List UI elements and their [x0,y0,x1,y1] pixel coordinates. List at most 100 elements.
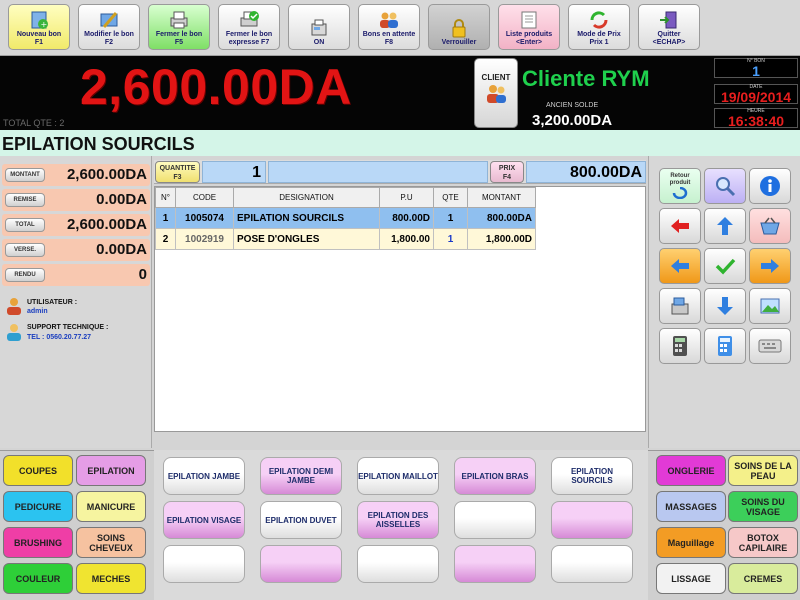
change-label[interactable]: RENDU [5,268,45,282]
col-unit-price[interactable]: P.U [379,187,434,208]
col-number[interactable]: N° [155,187,176,208]
arrow-left-button[interactable] [659,248,701,284]
search-button[interactable] [704,168,746,204]
service-button[interactable] [163,545,245,583]
row-unit-price: 800.00D [379,207,434,229]
category-button[interactable]: SOINS CHEVEUX [76,527,146,558]
product-list-key: <Enter> [515,39,543,46]
service-button[interactable]: EPILATION MAILLOT [357,457,439,495]
price-button-key: F4 [502,174,512,181]
service-button[interactable] [357,545,439,583]
printer-check-icon [238,10,260,30]
price-mode-button[interactable]: Mode de Prix Prix 1 [568,4,630,50]
return-product-button[interactable]: Retour produit [659,168,701,204]
category-button[interactable]: ONGLERIE [656,455,726,486]
info-button[interactable] [749,168,791,204]
arrow-down-icon [717,297,733,315]
category-button[interactable]: COULEUR [3,563,73,594]
quit-button[interactable]: Quitter <ECHAP> [638,4,700,50]
lock-label: Verrouiller [441,39,477,46]
user-label: UTILISATEUR : [27,299,78,306]
edit-ticket-key: F2 [104,39,114,46]
service-button[interactable]: EPILATION DEMI JAMBE [260,457,342,495]
calculator-button[interactable] [659,328,701,364]
category-button[interactable]: EPILATION [76,455,146,486]
arrow-right-button[interactable] [749,248,791,284]
service-button[interactable]: EPILATION JAMBE [163,457,245,495]
cash-register-button[interactable] [659,288,701,324]
service-button[interactable] [551,545,633,583]
service-button[interactable]: EPILATION SOURCILS [551,457,633,495]
category-button[interactable]: BRUSHING [3,527,73,558]
close-ticket-label: Fermer le bon [155,31,203,38]
category-button[interactable]: SOINS DU VISAGE [728,491,798,522]
category-button[interactable]: BOTOX CAPILAIRE [728,527,798,558]
discount-label[interactable]: REMISE [5,193,45,207]
return-arrow-icon [672,187,688,199]
lock-button[interactable]: Verrouiller [428,4,490,50]
close-ticket-button[interactable]: Fermer le bon F5 [148,4,210,50]
service-button[interactable]: EPILATION DES AISSELLES [357,501,439,539]
on-button[interactable]: ON [288,4,350,50]
pending-tickets-button[interactable]: Bons en attente F8 [358,4,420,50]
delete-line-button[interactable] [659,208,701,244]
category-button[interactable]: PEDICURE [3,491,73,522]
service-button[interactable] [454,501,536,539]
product-list-button[interactable]: Liste produits <Enter> [498,4,560,50]
edit-ticket-button[interactable]: Modifier le bon F2 [78,4,140,50]
row-unit-price: 1,800.00 [379,228,434,250]
col-quantity[interactable]: QTE [433,187,468,208]
pending-tickets-label: Bons en attente F8 [362,31,416,46]
amount-label[interactable]: MONTANT [5,168,45,182]
users-group-icon [378,10,400,30]
date-value: 19/09/2014 [720,88,792,105]
category-button[interactable]: LISSAGE [656,563,726,594]
summary-total: TOTAL 2,600.00DA [2,214,150,236]
category-button[interactable]: Maguillage [656,527,726,558]
new-ticket-label: Nouveau bon [16,31,62,38]
cart-button[interactable] [749,208,791,244]
col-amount[interactable]: MONTANT [467,187,536,208]
total-quantity: TOTAL QTE : 2 [3,118,65,128]
service-button[interactable]: EPILATION DUVET [260,501,342,539]
category-button[interactable]: CREMES [728,563,798,594]
close-ticket-key: F5 [174,39,184,46]
col-designation[interactable]: DESIGNATION [233,187,380,208]
service-button[interactable] [551,501,633,539]
table-row[interactable]: 2 1002919 POSE D'ONGLES 1,800.00 1 1,800… [155,228,536,250]
service-button[interactable] [260,545,342,583]
category-button[interactable]: MASSAGES [656,491,726,522]
service-button[interactable] [454,545,536,583]
category-button[interactable]: SOINS DE LA PEAU [728,455,798,486]
category-button[interactable]: MANICURE [76,491,146,522]
total-label[interactable]: TOTAL [5,218,45,232]
new-ticket-button[interactable]: + Nouveau bon F1 [8,4,70,50]
category-button[interactable]: MECHES [76,563,146,594]
price-button[interactable]: PRIX F4 [490,161,524,183]
keyboard-button[interactable] [749,328,791,364]
price-field[interactable]: 800.00DA [526,161,646,183]
arrow-down-button[interactable] [704,288,746,324]
info-icon [760,176,780,196]
close-express-button[interactable]: Fermer le bon expresse F7 [218,4,280,50]
arrow-up-button[interactable] [704,208,746,244]
image-button[interactable] [749,288,791,324]
paid-label[interactable]: VERSE. [5,243,45,257]
validate-button[interactable] [704,248,746,284]
total-value: 2,600.00DA [66,216,147,233]
table-row[interactable]: 1 1005074 EPILATION SOURCILS 800.00D 1 8… [155,207,536,229]
ticket-lines-table: N° CODE DESIGNATION P.U QTE MONTANT 1 10… [154,186,646,432]
service-button[interactable]: EPILATION VISAGE [163,501,245,539]
table-header-row: N° CODE DESIGNATION P.U QTE MONTANT [155,187,536,208]
quantity-button[interactable]: QUANTITE F3 [155,161,200,183]
col-code[interactable]: CODE [175,187,234,208]
calculator-blue-button[interactable] [704,328,746,364]
keypad-panel: Retour produit [648,156,800,448]
price-mode-key: Prix 1 [589,39,609,46]
category-button[interactable]: COUPES [3,455,73,486]
quantity-field[interactable]: 1 [202,161,266,183]
service-button[interactable]: EPILATION BRAS [454,457,536,495]
client-button[interactable]: CLIENT [474,58,518,128]
search-icon [716,177,736,197]
edit-ticket-label: Modifier le bon [84,31,134,38]
